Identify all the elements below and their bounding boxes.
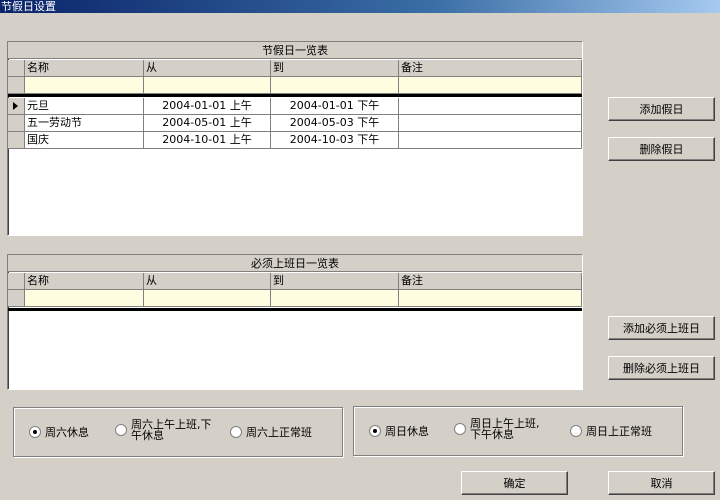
sunday-rest-label: 周日休息 bbox=[385, 424, 429, 438]
holiday-grid-caption: 节假日一览表 bbox=[8, 42, 582, 59]
cell-name[interactable]: 元旦 bbox=[25, 98, 144, 115]
row-indicator[interactable] bbox=[8, 132, 25, 149]
table-row[interactable]: 元旦 2004-01-01 上午 2004-01-01 下午 bbox=[8, 98, 582, 115]
cell-name[interactable]: 五一劳动节 bbox=[25, 115, 144, 132]
radio-checked-icon[interactable] bbox=[369, 425, 381, 437]
column-header-name[interactable]: 名称 bbox=[25, 60, 144, 77]
delete-holiday-button[interactable]: 删除假日 bbox=[608, 137, 715, 161]
delete-workday-button[interactable]: 删除必须上班日 bbox=[608, 356, 715, 380]
saturday-half-label: 周六上午上班,下 午休息 bbox=[131, 419, 212, 441]
workday-grid-header: 名称 从 到 备注 bbox=[8, 273, 582, 290]
column-header-note[interactable]: 备注 bbox=[399, 273, 582, 290]
cancel-button-label: 取消 bbox=[650, 477, 673, 490]
ok-button-label: 确定 bbox=[503, 477, 526, 490]
column-header-from[interactable]: 从 bbox=[144, 60, 271, 77]
workday-grid-caption: 必须上班日一览表 bbox=[8, 255, 582, 272]
workday-new-row[interactable] bbox=[8, 290, 582, 307]
cell-to[interactable]: 2004-05-03 下午 bbox=[271, 115, 399, 132]
row-indicator bbox=[8, 290, 25, 307]
ok-button[interactable]: 确定 bbox=[461, 471, 568, 495]
sunday-half-label: 周日上午上班, 下午休息 bbox=[470, 418, 540, 440]
cancel-button[interactable]: 取消 bbox=[608, 471, 715, 495]
cell-to[interactable]: 2004-10-03 下午 bbox=[271, 132, 399, 149]
workday-grid[interactable]: 必须上班日一览表 名称 从 到 备注 bbox=[7, 254, 583, 390]
new-cell-note[interactable] bbox=[399, 290, 582, 307]
radio-checked-icon[interactable] bbox=[29, 426, 41, 438]
cell-from[interactable]: 2004-10-01 上午 bbox=[144, 132, 271, 149]
delete-holiday-button-label: 删除假日 bbox=[639, 143, 684, 156]
column-header-to[interactable]: 到 bbox=[271, 273, 399, 290]
row-indicator bbox=[8, 77, 25, 94]
saturday-rest-radio[interactable]: 周六休息 bbox=[29, 426, 89, 438]
cell-name[interactable]: 国庆 bbox=[25, 132, 144, 149]
radio-unchecked-icon[interactable] bbox=[570, 425, 582, 437]
sunday-work-radio[interactable]: 周日上正常班 bbox=[570, 425, 652, 437]
sunday-work-label: 周日上正常班 bbox=[586, 424, 652, 438]
sunday-half-label-line2: 下午休息 bbox=[470, 428, 514, 441]
delete-workday-button-label: 删除必须上班日 bbox=[623, 362, 700, 375]
table-row[interactable]: 五一劳动节 2004-05-01 上午 2004-05-03 下午 bbox=[8, 115, 582, 132]
saturday-work-label: 周六上正常班 bbox=[246, 425, 312, 439]
add-holiday-button-label: 添加假日 bbox=[639, 103, 684, 116]
new-cell-name[interactable] bbox=[25, 77, 144, 94]
saturday-work-radio[interactable]: 周六上正常班 bbox=[230, 426, 312, 438]
cell-from[interactable]: 2004-05-01 上午 bbox=[144, 115, 271, 132]
radio-unchecked-icon[interactable] bbox=[230, 426, 242, 438]
add-holiday-button[interactable]: 添加假日 bbox=[608, 97, 715, 121]
holiday-grid-header: 名称 从 到 备注 bbox=[8, 60, 582, 77]
column-header-note[interactable]: 备注 bbox=[399, 60, 582, 77]
new-cell-to[interactable] bbox=[271, 290, 399, 307]
add-workday-button[interactable]: 添加必须上班日 bbox=[608, 316, 715, 340]
cell-note[interactable] bbox=[399, 98, 582, 115]
sunday-half-radio[interactable]: 周日上午上班, 下午休息 bbox=[454, 418, 540, 440]
radio-unchecked-icon[interactable] bbox=[115, 424, 127, 436]
new-cell-to[interactable] bbox=[271, 77, 399, 94]
cell-to[interactable]: 2004-01-01 下午 bbox=[271, 98, 399, 115]
new-cell-note[interactable] bbox=[399, 77, 582, 94]
radio-unchecked-icon[interactable] bbox=[454, 423, 466, 435]
new-cell-name[interactable] bbox=[25, 290, 144, 307]
column-header-name[interactable]: 名称 bbox=[25, 273, 144, 290]
window-title: 节假日设置 bbox=[0, 0, 720, 13]
row-indicator[interactable] bbox=[8, 115, 25, 132]
row-indicator-header bbox=[8, 60, 25, 77]
holiday-grid[interactable]: 节假日一览表 名称 从 到 备注 元旦 2004-01-01 上午 2004-0… bbox=[7, 41, 583, 236]
cell-note[interactable] bbox=[399, 115, 582, 132]
column-header-from[interactable]: 从 bbox=[144, 273, 271, 290]
table-row[interactable]: 国庆 2004-10-01 上午 2004-10-03 下午 bbox=[8, 132, 582, 149]
add-workday-button-label: 添加必须上班日 bbox=[623, 322, 700, 335]
sunday-rest-radio[interactable]: 周日休息 bbox=[369, 425, 429, 437]
column-header-to[interactable]: 到 bbox=[271, 60, 399, 77]
saturday-half-label-line2: 午休息 bbox=[131, 429, 164, 442]
new-cell-from[interactable] bbox=[144, 77, 271, 94]
holiday-new-row[interactable] bbox=[8, 77, 582, 94]
grid-separator bbox=[8, 94, 582, 97]
saturday-rest-label: 周六休息 bbox=[45, 425, 89, 439]
row-indicator[interactable] bbox=[8, 98, 25, 115]
cell-from[interactable]: 2004-01-01 上午 bbox=[144, 98, 271, 115]
grid-separator bbox=[8, 308, 582, 311]
saturday-half-radio[interactable]: 周六上午上班,下 午休息 bbox=[115, 419, 212, 441]
new-cell-from[interactable] bbox=[144, 290, 271, 307]
current-row-arrow-icon bbox=[13, 102, 18, 110]
row-indicator-header bbox=[8, 273, 25, 290]
cell-note[interactable] bbox=[399, 132, 582, 149]
